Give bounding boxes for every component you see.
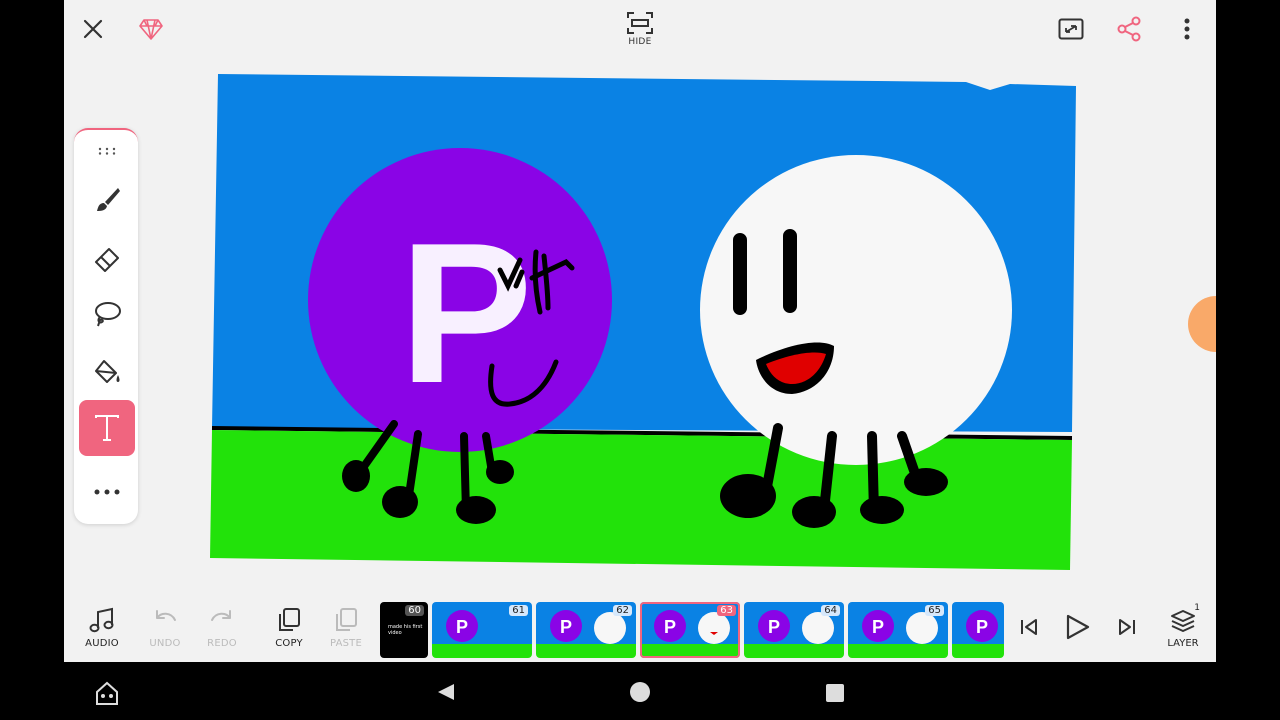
more-options-button[interactable] (1172, 14, 1202, 44)
audio-label: AUDIO (85, 638, 119, 649)
frame-number: 60 (405, 605, 424, 616)
bottom-toolbar: AUDIO UNDO REDO COPY PASTE made his firs… (64, 598, 1216, 662)
text-tool[interactable] (79, 400, 135, 456)
hide-icon (627, 12, 653, 34)
recents-button[interactable] (826, 684, 844, 702)
paste-label: PASTE (329, 638, 362, 649)
paste-icon (336, 608, 357, 631)
close-button[interactable] (78, 14, 108, 44)
play-button[interactable] (1062, 610, 1092, 644)
svg-text:P: P (872, 617, 884, 637)
app-shortcut-button[interactable] (92, 678, 122, 706)
frame-strip[interactable]: made his first video 60 P 61 P 62 P 63 P (380, 602, 1004, 658)
undo-label: UNDO (149, 638, 181, 649)
premium-button[interactable] (136, 14, 166, 44)
share-icon (1117, 16, 1141, 42)
frame-thumbnail[interactable]: P 66 (952, 602, 1004, 658)
fullscreen-button[interactable] (1056, 14, 1086, 44)
copy-icon (279, 608, 300, 631)
undo-icon (156, 610, 176, 621)
frame-thumbnail[interactable]: P 64 (744, 602, 844, 658)
eraser-icon (95, 248, 119, 272)
frame-number: 61 (509, 605, 528, 616)
palette-drag-handle[interactable] (79, 136, 135, 166)
audio-button[interactable]: AUDIO (74, 606, 130, 656)
frame-thumbnail[interactable]: made his first video 60 (380, 602, 428, 658)
close-icon (83, 19, 103, 39)
music-note-icon (89, 607, 114, 633)
play-icon (1066, 614, 1090, 640)
next-frame-button[interactable] (1112, 612, 1142, 642)
frame-number: 62 (613, 605, 632, 616)
frame-number: 65 (925, 605, 944, 616)
frame-number: 63 (717, 605, 736, 616)
layer-label: LAYER (1167, 638, 1199, 649)
brush-tool[interactable] (79, 172, 135, 228)
redo-button[interactable]: REDO (194, 606, 250, 656)
drag-handle-icon (98, 147, 116, 155)
copy-button[interactable]: COPY (261, 606, 317, 656)
more-tools-button[interactable] (79, 466, 135, 518)
skip-previous-icon (1021, 619, 1037, 635)
layer-button[interactable]: 1 LAYER (1160, 603, 1206, 656)
back-triangle-icon (438, 684, 454, 700)
share-button[interactable] (1114, 14, 1144, 44)
redo-icon (211, 610, 231, 621)
eraser-tool[interactable] (79, 230, 135, 286)
lasso-tool[interactable] (79, 286, 135, 342)
svg-text:P: P (456, 617, 468, 637)
frame-number: 64 (821, 605, 840, 616)
grass-ground (210, 430, 1072, 570)
frame-thumbnail[interactable]: P 61 (432, 602, 532, 658)
character-letter: P (399, 202, 532, 425)
frame-thumbnail[interactable]: P 65 (848, 602, 948, 658)
game-controller-icon (96, 681, 118, 705)
layer-count: 1 (1194, 603, 1200, 613)
device-screen: HIDE P AUDIO UNDO REDO COPY PASTE made h… (0, 0, 1280, 720)
hide-ui-button[interactable]: HIDE (620, 6, 660, 52)
redo-label: REDO (207, 638, 237, 649)
tool-palette (74, 128, 138, 524)
copy-label: COPY (275, 638, 303, 649)
more-horizontal-icon (94, 489, 120, 495)
svg-text:P: P (664, 617, 676, 637)
floating-handle[interactable] (1188, 296, 1216, 352)
frame-caption: made his first video (388, 624, 423, 636)
svg-text:P: P (768, 617, 780, 637)
home-button[interactable] (630, 682, 650, 702)
svg-text:P: P (976, 617, 988, 637)
undo-button[interactable]: UNDO (137, 606, 193, 656)
gem-icon (139, 19, 163, 40)
paint-bucket-icon (95, 360, 120, 383)
brush-icon (97, 188, 120, 211)
more-vertical-icon (1184, 18, 1190, 40)
paste-button[interactable]: PASTE (318, 606, 374, 656)
lasso-icon (95, 302, 121, 327)
previous-frame-button[interactable] (1014, 612, 1044, 642)
fill-tool[interactable] (79, 344, 135, 400)
animation-editor: HIDE P AUDIO UNDO REDO COPY PASTE made h… (64, 0, 1216, 662)
fullscreen-icon (1058, 18, 1084, 40)
drawing-canvas[interactable]: P (210, 72, 1076, 572)
frame-thumbnail-current[interactable]: P 63 (640, 602, 740, 658)
back-button[interactable] (434, 680, 458, 704)
skip-next-icon (1119, 619, 1135, 635)
svg-text:P: P (560, 617, 572, 637)
frame-thumbnail[interactable]: P 62 (536, 602, 636, 658)
text-icon (95, 415, 119, 441)
hide-label: HIDE (628, 37, 652, 47)
